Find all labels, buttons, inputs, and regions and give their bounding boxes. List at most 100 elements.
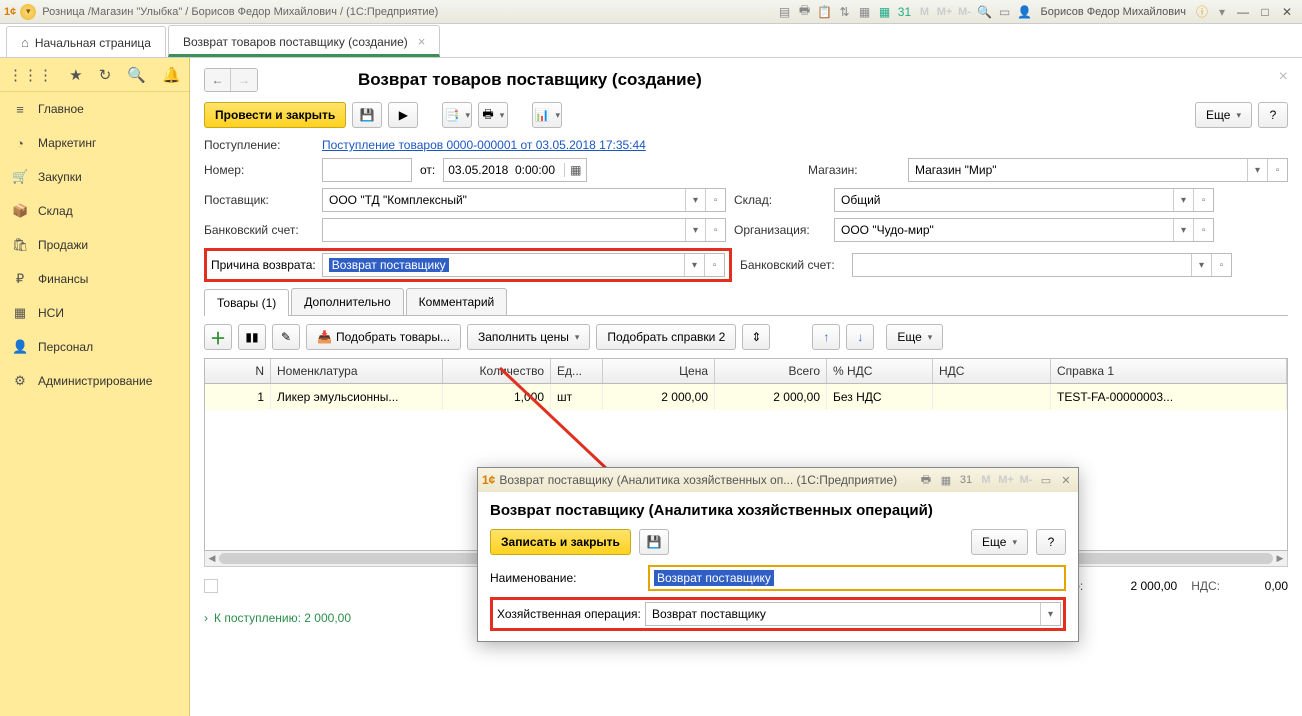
open-icon[interactable]: ▫ — [704, 254, 724, 276]
close-button[interactable]: ✕ — [1276, 5, 1298, 19]
popup-m-icon[interactable]: M — [978, 474, 994, 486]
page-close-icon[interactable]: × — [1279, 68, 1288, 86]
bank-combo[interactable]: ▾▫ — [322, 218, 726, 242]
warehouse-combo[interactable]: Общий▾▫ — [834, 188, 1214, 212]
dropdown-icon[interactable]: ▾ — [1213, 3, 1231, 21]
maximize-button[interactable]: □ — [1254, 5, 1276, 19]
col-n[interactable]: N — [205, 359, 271, 383]
m-icon[interactable]: M — [915, 3, 933, 21]
popup-calc-icon[interactable]: ▦ — [938, 474, 954, 487]
sidebar-item-nsi[interactable]: ▦НСИ — [0, 296, 189, 330]
col-vat[interactable]: % НДС — [827, 359, 933, 383]
post-button[interactable]: ▶ — [388, 102, 418, 128]
help-button[interactable]: ? — [1258, 102, 1288, 128]
bell-icon[interactable]: 🔔 — [162, 66, 181, 84]
sidebar-item-main[interactable]: ≡Главное — [0, 92, 189, 126]
print-icon[interactable]: 🖶 — [795, 3, 813, 21]
info-icon[interactable]: ⓘ — [1193, 3, 1211, 21]
open-icon[interactable]: ▫ — [705, 189, 725, 211]
popup-help-button[interactable]: ? — [1036, 529, 1066, 555]
more-button[interactable]: Еще▾ — [1195, 102, 1252, 128]
col-nds[interactable]: НДС — [933, 359, 1051, 383]
tab-home[interactable]: ⌂ Начальная страница — [6, 26, 166, 57]
bank2-combo[interactable]: ▾▫ — [852, 253, 1232, 277]
col-price[interactable]: Цена — [603, 359, 715, 383]
back-round-button[interactable]: ▾ — [20, 4, 36, 20]
dropdown-icon[interactable]: ▾ — [685, 219, 705, 241]
dropdown-icon[interactable]: ▾ — [1173, 219, 1193, 241]
pick-goods-button[interactable]: 📥 Подобрать товары... — [306, 324, 461, 350]
popup-op-combo[interactable]: Возврат поставщику▾ — [645, 602, 1061, 626]
expand-button[interactable]: ⇕ — [742, 324, 770, 350]
pick-refs-button[interactable]: Подобрать справки 2 — [596, 324, 736, 350]
minimize-button[interactable]: — — [1232, 5, 1254, 19]
table-more-button[interactable]: Еще▾ — [886, 324, 943, 350]
dropdown-icon[interactable]: ▾ — [685, 189, 705, 211]
sidebar-item-warehouse[interactable]: 📦Склад — [0, 194, 189, 228]
add-row-button[interactable]: ＋ — [204, 324, 232, 350]
popup-cal-icon[interactable]: 31 — [958, 474, 974, 486]
open-icon[interactable]: ▫ — [705, 219, 725, 241]
history-icon[interactable]: ↻ — [99, 66, 112, 84]
popup-mminus-icon[interactable]: M- — [1018, 474, 1034, 486]
table-row[interactable]: 1 Ликер эмульсионны... 1,000 шт 2 000,00… — [205, 384, 1287, 410]
attach-box[interactable] — [204, 579, 218, 593]
m-minus-icon[interactable]: M- — [955, 3, 973, 21]
print-preview-icon[interactable]: ▤ — [775, 3, 793, 21]
compare-icon[interactable]: ⇅ — [835, 3, 853, 21]
nav-back-button[interactable]: ← — [205, 69, 231, 91]
star-icon[interactable]: ★ — [69, 66, 82, 84]
popup-save-close-button[interactable]: Записать и закрыть — [490, 529, 631, 555]
tab-close-icon[interactable]: × — [418, 34, 426, 49]
copy-icon[interactable]: 📋 — [815, 3, 833, 21]
sidebar-item-admin[interactable]: ⚙Администрирование — [0, 364, 189, 398]
move-up-button[interactable]: ↑ — [812, 324, 840, 350]
edit-row-button[interactable]: ✎ — [272, 324, 300, 350]
number-input[interactable] — [322, 158, 412, 182]
copy-doc-button[interactable]: 📑▾ — [442, 102, 472, 128]
calendar-icon[interactable]: ▦ — [875, 3, 893, 21]
search-icon[interactable]: 🔍 — [127, 66, 146, 84]
dropdown-icon[interactable]: ▾ — [684, 254, 704, 276]
store-combo[interactable]: Магазин "Мир"▾▫ — [908, 158, 1288, 182]
dropdown-icon[interactable]: ▾ — [1040, 603, 1060, 625]
tab-goods[interactable]: Товары (1) — [204, 289, 289, 316]
receipt-link[interactable]: Поступление товаров 0000-000001 от 03.05… — [322, 138, 646, 152]
save-button[interactable]: 💾 — [352, 102, 382, 128]
popup-restore-icon[interactable]: ▭ — [1038, 474, 1054, 487]
report-button[interactable]: 📊▾ — [532, 102, 562, 128]
open-icon[interactable]: ▫ — [1267, 159, 1287, 181]
open-icon[interactable]: ▫ — [1211, 254, 1231, 276]
fill-prices-button[interactable]: Заполнить цены▾ — [467, 324, 590, 350]
col-nom[interactable]: Номенклатура — [271, 359, 443, 383]
calendar31-icon[interactable]: 31 — [895, 3, 913, 21]
popup-name-input[interactable]: Возврат поставщику — [648, 565, 1066, 591]
popup-more-button[interactable]: Еще▾ — [971, 529, 1028, 555]
org-combo[interactable]: ООО "Чудо-мир"▾▫ — [834, 218, 1214, 242]
col-qty[interactable]: Количество — [443, 359, 551, 383]
dropdown-icon[interactable]: ▾ — [1173, 189, 1193, 211]
sidebar-item-purchases[interactable]: 🛒Закупки — [0, 160, 189, 194]
tab-comment[interactable]: Комментарий — [406, 288, 508, 315]
calc-icon[interactable]: ▦ — [855, 3, 873, 21]
col-ed[interactable]: Ед... — [551, 359, 603, 383]
tab-document[interactable]: Возврат товаров поставщику (создание) × — [168, 25, 440, 57]
post-and-close-button[interactable]: Провести и закрыть — [204, 102, 346, 128]
sidebar-item-marketing[interactable]: ◔Маркетинг — [0, 126, 189, 160]
dropdown-icon[interactable]: ▾ — [1247, 159, 1267, 181]
popup-mplus-icon[interactable]: M+ — [998, 474, 1014, 486]
calendar-picker-icon[interactable]: ▦ — [564, 163, 586, 177]
barcode-button[interactable]: ▮▮ — [238, 324, 266, 350]
nav-forward-button[interactable]: → — [231, 69, 257, 91]
panel-icon[interactable]: ▭ — [995, 3, 1013, 21]
print-doc-button[interactable]: 🖶▾ — [478, 102, 508, 128]
open-icon[interactable]: ▫ — [1193, 189, 1213, 211]
sidebar-item-finance[interactable]: ₽Финансы — [0, 262, 189, 296]
zoom-icon[interactable]: 🔍 — [975, 3, 993, 21]
m-plus-icon[interactable]: M+ — [935, 3, 953, 21]
col-total[interactable]: Всего — [715, 359, 827, 383]
col-ref[interactable]: Справка 1 — [1051, 359, 1287, 383]
date-input[interactable]: ▦ — [443, 158, 587, 182]
sidebar-item-sales[interactable]: 🛍Продажи — [0, 228, 189, 262]
tab-extra[interactable]: Дополнительно — [291, 288, 403, 315]
